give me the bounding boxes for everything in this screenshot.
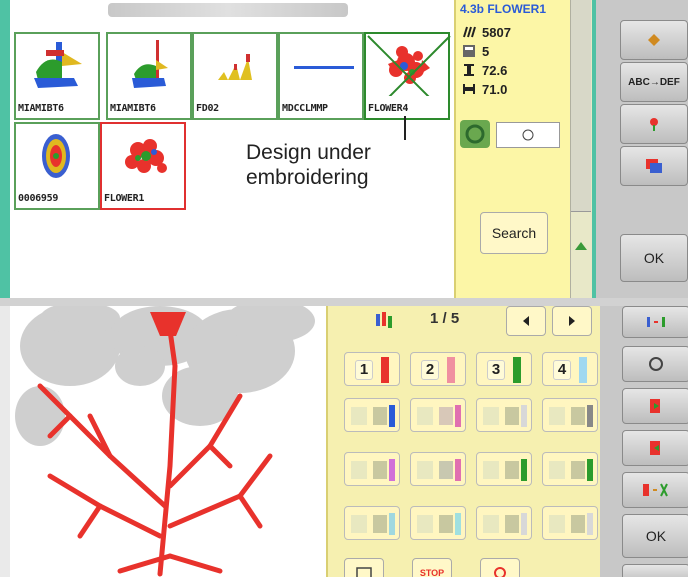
color-count-icon <box>462 44 476 58</box>
annotation-pointer-line <box>404 116 406 140</box>
diamond-icon <box>648 34 660 46</box>
design-thumbnail-1[interactable]: MIAMIBT6 <box>14 32 100 120</box>
screen: MIAMIBT6 MIAMIBT6 FD02 MDCCLMMP FLOWER4 … <box>0 0 688 577</box>
color-change-button[interactable] <box>622 472 688 508</box>
stitch-forward-button[interactable] <box>622 388 688 424</box>
flower-embroidery-preview <box>15 306 315 577</box>
scroll-up-icon[interactable] <box>574 236 588 255</box>
color-change-icon <box>643 483 668 497</box>
next-page-button[interactable] <box>552 306 592 336</box>
height-value: 72.6 <box>462 63 507 79</box>
design-thumbnail-5-current[interactable]: FLOWER4 <box>364 32 451 120</box>
color-chip[interactable] <box>542 506 598 540</box>
miami-design-icon <box>132 40 168 88</box>
height-icon <box>462 63 476 77</box>
color-chip[interactable] <box>410 398 466 432</box>
stop-button[interactable]: STOP <box>412 558 452 577</box>
page-indicator: 1 / 5 <box>430 310 460 327</box>
design-thumbnail-6[interactable]: 0006959 <box>14 122 100 210</box>
design-thumbnail-3[interactable]: FD02 <box>192 32 278 120</box>
design-name: MIAMIBT6 <box>110 103 156 114</box>
triangle-right-icon <box>569 316 575 326</box>
triangle-left-icon <box>523 316 529 326</box>
spool-icon <box>649 357 663 371</box>
design-title: 4.3b FLOWER1 <box>460 2 547 16</box>
color-chip[interactable] <box>410 452 466 486</box>
frame-icon <box>356 567 372 577</box>
design-selection-panel: MIAMIBT6 MIAMIBT6 FD02 MDCCLMMP FLOWER4 … <box>0 0 688 298</box>
design-thumbnail-7-embroidering[interactable]: FLOWER1 <box>100 122 186 210</box>
color-count: 5 <box>462 44 489 60</box>
needle-bar-icon <box>376 312 394 332</box>
stitch-back-icon <box>650 441 660 455</box>
bottom-ok-button[interactable]: OK <box>622 514 688 558</box>
needle-4-button[interactable]: 4 <box>542 352 598 386</box>
embroidering-panel: 1 / 5 1 2 3 4 STOP OK <box>0 306 688 577</box>
design-name: FD02 <box>196 103 219 114</box>
prev-page-button[interactable] <box>506 306 546 336</box>
color-chip[interactable] <box>344 452 400 486</box>
miami-design-icon <box>34 42 82 88</box>
memory-button[interactable] <box>620 146 688 186</box>
design-preview <box>10 306 326 577</box>
width-value: 71.0 <box>462 82 507 98</box>
flower-icon <box>650 118 658 131</box>
color-chip[interactable] <box>542 452 598 486</box>
design-thumbnail-4[interactable]: MDCCLMMP <box>278 32 364 120</box>
stitch-icon <box>462 25 476 39</box>
design-name: 0006959 <box>18 193 59 204</box>
egg-design-icon <box>42 134 70 178</box>
more-button[interactable] <box>622 564 688 577</box>
line-design-icon <box>294 66 354 69</box>
color-chip[interactable] <box>542 398 598 432</box>
color-chip[interactable] <box>410 506 466 540</box>
color-chip[interactable] <box>476 398 532 432</box>
stitch-count: 5807 <box>462 25 511 41</box>
design-name: FLOWER1 <box>104 193 145 204</box>
preview-toggle[interactable] <box>496 122 560 148</box>
sort-button[interactable]: ABC→DEF <box>620 62 688 102</box>
design-name: FLOWER4 <box>368 103 409 114</box>
needle-select-button[interactable] <box>622 306 688 338</box>
circle-icon <box>522 129 534 141</box>
scrollbar-thumb[interactable] <box>571 0 591 212</box>
panel-title-blurred <box>108 3 348 17</box>
jump-button[interactable] <box>620 20 688 60</box>
fd02-design-icon <box>218 54 252 80</box>
frame-button[interactable] <box>344 558 384 577</box>
color-chip[interactable] <box>476 506 532 540</box>
rotate-button[interactable] <box>460 120 490 148</box>
stitch-back-button[interactable] <box>622 430 688 466</box>
flower-design-icon <box>125 139 167 173</box>
needle-pair-icon <box>647 317 665 327</box>
color-chip[interactable] <box>344 398 400 432</box>
trim-button[interactable] <box>480 558 520 577</box>
color-chip[interactable] <box>476 452 532 486</box>
needle-2-button[interactable]: 2 <box>410 352 466 386</box>
stitch-forward-icon <box>650 399 660 413</box>
flower-filter-button[interactable] <box>620 104 688 144</box>
rotate-icon <box>465 124 485 144</box>
color-chip[interactable] <box>344 506 400 540</box>
design-name: MDCCLMMP <box>282 103 328 114</box>
top-ok-button[interactable]: OK <box>620 234 688 282</box>
annotation-label: Design under embroidering <box>246 141 371 189</box>
design-name: MIAMIBT6 <box>18 103 64 114</box>
trim-icon <box>494 567 506 577</box>
width-icon <box>462 82 476 96</box>
memory-icon <box>646 159 662 173</box>
search-button[interactable]: Search <box>480 212 548 254</box>
needle-1-button[interactable]: 1 <box>344 352 400 386</box>
needle-3-button[interactable]: 3 <box>476 352 532 386</box>
design-thumbnail-2[interactable]: MIAMIBT6 <box>106 32 192 120</box>
spool-button[interactable] <box>622 346 688 382</box>
flower-design-icon <box>367 35 451 96</box>
